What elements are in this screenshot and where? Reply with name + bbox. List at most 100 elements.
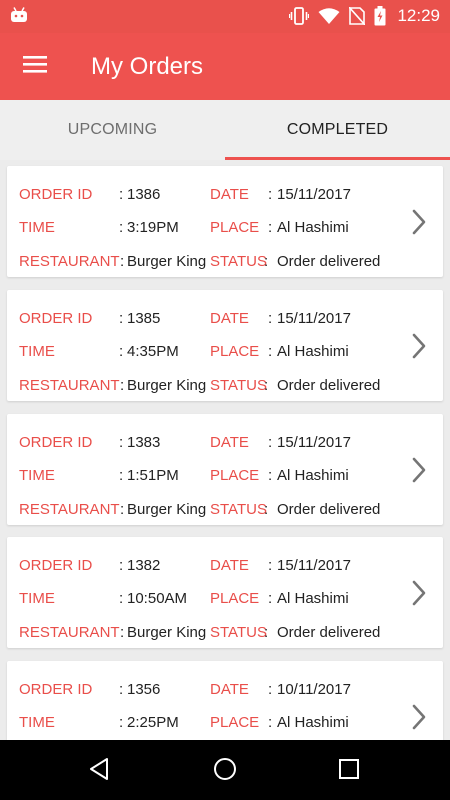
- order-row-restaurant-status: RESTAURANT: Burger King STATUS: Order deliv…: [7, 500, 407, 520]
- status-value: Order delivered: [277, 501, 381, 518]
- colon: :: [120, 624, 125, 641]
- place-label: PLACE: [210, 219, 260, 236]
- restaurant-label: RESTAURANT: [19, 624, 120, 641]
- colon: :: [268, 714, 273, 731]
- colon: :: [264, 624, 269, 641]
- chevron-right-icon[interactable]: [411, 457, 427, 488]
- tab-bar: UPCOMING COMPLETED: [0, 100, 450, 160]
- colon: :: [264, 501, 269, 518]
- date-value: 15/11/2017: [277, 186, 351, 203]
- colon: :: [120, 501, 125, 518]
- order-id-value: 1356: [127, 681, 161, 698]
- date-label: DATE: [210, 310, 249, 327]
- order-row-time-place: TIME:4:35PM PLACE: Al Hashimi: [7, 342, 407, 362]
- colon: :: [119, 557, 124, 574]
- chevron-right-icon[interactable]: [411, 333, 427, 364]
- status-label: STATUS: [210, 253, 267, 270]
- order-card[interactable]: ORDER ID:1382 DATE:15/11/2017 TIME:10:50AM…: [7, 537, 443, 648]
- colon: :: [264, 377, 269, 394]
- date-label: DATE: [210, 434, 249, 451]
- battery-charging-icon: [374, 6, 386, 26]
- recents-icon: [338, 758, 360, 785]
- order-row-id-date: ORDER ID:1386 DATE:15/11/2017: [7, 185, 407, 205]
- order-row-restaurant-status: RESTAURANT: Burger King STATUS: Order deliv…: [7, 252, 407, 272]
- back-button[interactable]: [84, 756, 114, 786]
- colon: :: [268, 434, 273, 451]
- order-row-id-date: ORDER ID:1385 DATE:15/11/2017: [7, 309, 407, 329]
- navigation-bar: [0, 740, 450, 800]
- colon: :: [119, 467, 124, 484]
- colon: :: [268, 467, 273, 484]
- order-id-label: ORDER ID: [19, 681, 93, 698]
- place-value: Al Hashimi: [277, 590, 349, 607]
- order-card[interactable]: ORDER ID:1385 DATE:15/11/2017 TIME:4:35PM P…: [7, 290, 443, 401]
- colon: :: [268, 186, 273, 203]
- order-id-label: ORDER ID: [19, 186, 93, 203]
- restaurant-value: Burger King: [127, 377, 207, 394]
- recents-button[interactable]: [334, 756, 364, 786]
- time-value: 3:19PM: [127, 219, 179, 236]
- order-card[interactable]: ORDER ID:1383 DATE:15/11/2017 TIME:1:51PM P…: [7, 414, 443, 525]
- home-button[interactable]: [210, 756, 240, 786]
- menu-button[interactable]: [14, 45, 56, 87]
- order-id-label: ORDER ID: [19, 434, 93, 451]
- restaurant-label: RESTAURANT: [19, 253, 120, 270]
- tab-upcoming[interactable]: UPCOMING: [0, 100, 225, 160]
- colon: :: [119, 343, 124, 360]
- app-bar: My Orders: [0, 33, 450, 100]
- date-label: DATE: [210, 557, 249, 574]
- order-card[interactable]: ORDER ID:1386 DATE:15/11/2017 TIME:3:19PM P…: [7, 166, 443, 277]
- home-icon: [213, 757, 237, 786]
- order-id-value: 1386: [127, 186, 161, 203]
- order-row-time-place: TIME:1:51PM PLACE: Al Hashimi: [7, 466, 407, 486]
- page-title: My Orders: [91, 53, 204, 80]
- tab-completed-label: COMPLETED: [286, 121, 389, 138]
- order-row-id-date: ORDER ID:1383 DATE:15/11/2017: [7, 433, 407, 453]
- tab-completed[interactable]: COMPLETED: [225, 100, 450, 160]
- date-label: DATE: [210, 186, 249, 203]
- status-clock: 12:29: [397, 6, 440, 25]
- time-value: 2:25PM: [127, 714, 179, 731]
- order-row-restaurant-status: RESTAURANT: Burger King STATUS: Order deliv…: [7, 623, 407, 643]
- colon: :: [264, 253, 269, 270]
- wifi-icon: [318, 7, 340, 25]
- date-value: 15/11/2017: [277, 557, 351, 574]
- time-value: 4:35PM: [127, 343, 179, 360]
- colon: :: [119, 219, 124, 236]
- colon: :: [120, 253, 125, 270]
- colon: :: [119, 681, 124, 698]
- android-icon: [10, 7, 28, 28]
- time-value: 10:50AM: [127, 590, 188, 607]
- date-label: DATE: [210, 681, 249, 698]
- restaurant-value: Burger King: [127, 501, 207, 518]
- colon: :: [268, 681, 273, 698]
- chevron-right-icon[interactable]: [411, 704, 427, 735]
- order-id-label: ORDER ID: [19, 310, 93, 327]
- chevron-right-icon[interactable]: [411, 580, 427, 611]
- place-label: PLACE: [210, 590, 260, 607]
- place-value: Al Hashimi: [277, 467, 349, 484]
- status-value: Order delivered: [277, 377, 381, 394]
- status-value: Order delivered: [277, 253, 381, 270]
- place-value: Al Hashimi: [277, 219, 349, 236]
- order-row-id-date: ORDER ID:1382 DATE:15/11/2017: [7, 556, 407, 576]
- colon: :: [119, 590, 124, 607]
- time-value: 1:51PM: [127, 467, 179, 484]
- restaurant-value: Burger King: [127, 253, 207, 270]
- order-id-value: 1385: [127, 310, 161, 327]
- no-sim-icon: [349, 7, 366, 25]
- chevron-right-icon[interactable]: [411, 209, 427, 240]
- colon: :: [268, 219, 273, 236]
- order-row-time-place: TIME:2:25PM PLACE: Al Hashimi: [7, 713, 407, 733]
- colon: :: [268, 343, 273, 360]
- restaurant-value: Burger King: [127, 624, 207, 641]
- date-value: 15/11/2017: [277, 310, 351, 327]
- order-list[interactable]: ORDER ID:1386 DATE:15/11/2017 TIME:3:19PM P…: [0, 160, 450, 740]
- order-row-id-date: ORDER ID:1356 DATE:10/11/2017: [7, 680, 407, 700]
- order-card[interactable]: ORDER ID:1356 DATE:10/11/2017 TIME:2:25PM P…: [7, 661, 443, 740]
- colon: :: [119, 714, 124, 731]
- order-row-time-place: TIME:3:19PM PLACE: Al Hashimi: [7, 218, 407, 238]
- date-value: 10/11/2017: [277, 681, 351, 698]
- status-label: STATUS: [210, 501, 267, 518]
- vibrate-icon: [289, 7, 310, 25]
